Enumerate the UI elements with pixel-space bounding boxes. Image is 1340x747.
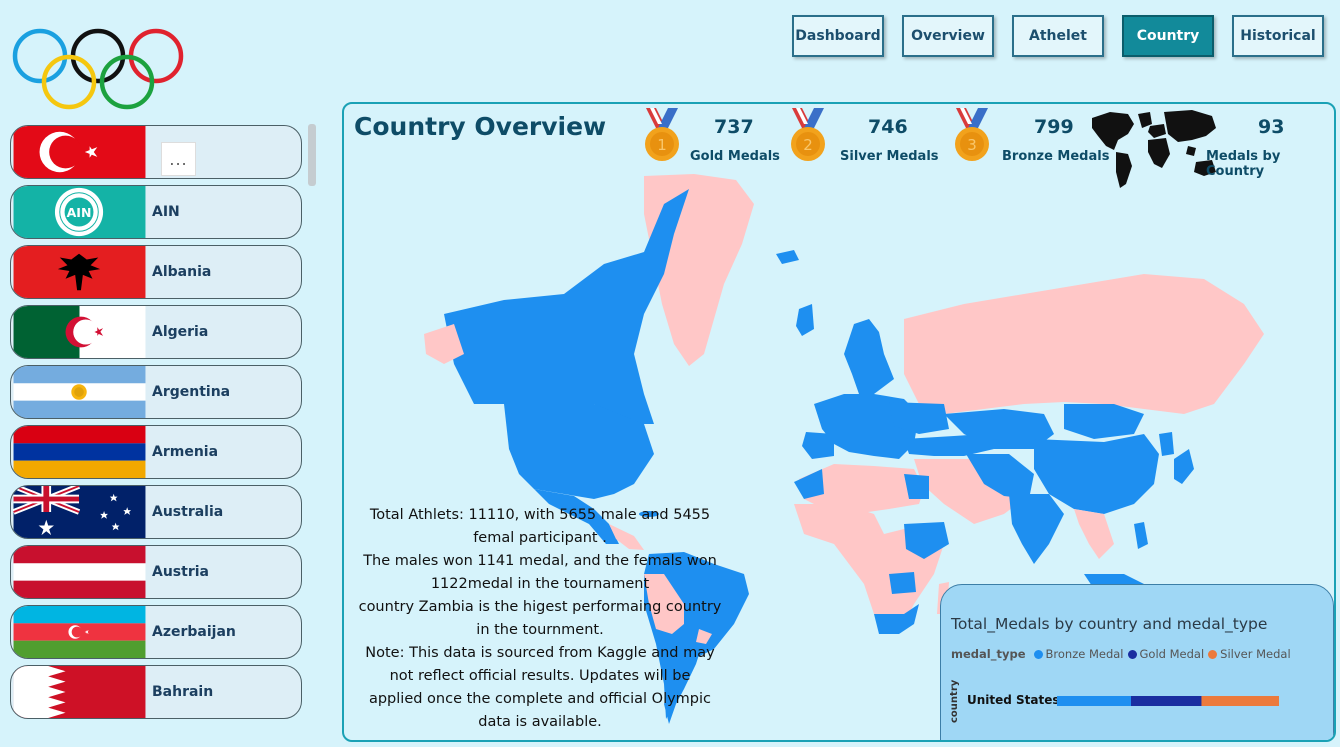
summary-line: applied once the complete and official O… (368, 691, 712, 707)
country-name: Bahrain (152, 684, 214, 700)
map-region-iberia (802, 432, 834, 459)
more-options-button[interactable]: ... (161, 142, 196, 176)
algeria-flag-icon (13, 306, 146, 358)
silver-medals-value: 746 (868, 116, 908, 138)
nav-dashboard-button[interactable]: Dashboard (792, 15, 884, 57)
legend-dot (1033, 649, 1043, 659)
summary-line: femal participant . (473, 530, 607, 546)
australia-flag-icon (12, 486, 146, 538)
nav-overview-button[interactable]: Overview (902, 15, 994, 57)
world-map-icon (1092, 110, 1216, 188)
nav-country-button[interactable]: Country (1122, 15, 1214, 57)
summary-line: Note: This data is sourced from Kaggle a… (365, 645, 715, 661)
summary-line: 1122medal in the tournament (430, 576, 650, 592)
olympic-rings-logo (12, 28, 184, 110)
country-name: Azerbaijan (152, 624, 236, 640)
stacked-bar[interactable] (1057, 696, 1279, 706)
category-label: United States (967, 693, 1060, 707)
country-overview-panel: Country Overview 1 737 Gold Medals 2 746… (342, 102, 1336, 742)
bar-segment-silver-medal[interactable] (1201, 696, 1279, 706)
armenia-flag-icon (13, 426, 146, 478)
map-region-morocco (794, 469, 824, 499)
chart-title: Total_Medals by country and medal_type (951, 615, 1268, 633)
bar-segment-gold-medal[interactable] (1131, 696, 1202, 706)
summary-line: country Zambia is the higest performaing… (358, 599, 722, 615)
summary-line: in the tournment. (476, 622, 604, 638)
country-item-turkey[interactable]: ... (10, 125, 302, 179)
country-name: Armenia (152, 444, 219, 460)
y-axis-title: country (949, 679, 960, 723)
map-region-se-asia (1074, 509, 1114, 559)
summary-textbox: Total Athlets: 11110, with 5655 male and… (344, 504, 736, 734)
turkey-flag-icon (13, 126, 146, 178)
nav-historical-button[interactable]: Historical (1232, 15, 1324, 57)
map-region-zambia (889, 572, 916, 594)
legend-title: medal_type (951, 647, 1026, 661)
country-item-azerbaijan[interactable]: Azerbaijan (10, 605, 302, 659)
map-region-philippines (1134, 522, 1148, 549)
svg-text:1: 1 (657, 136, 667, 154)
legend-dot (1208, 649, 1218, 659)
country-item-albania[interactable]: Albania (10, 245, 302, 299)
svg-text:2: 2 (803, 136, 813, 154)
country-name: Argentina (152, 384, 231, 400)
map-region-russia (904, 274, 1264, 414)
summary-line: data is available. (478, 714, 602, 730)
legend-dot (1127, 649, 1137, 659)
country-name: Albania (152, 264, 212, 280)
gold-medal-icon: 1 (645, 108, 679, 161)
legend-item-silver[interactable]: Silver Medal (1208, 647, 1291, 661)
legend-label: Bronze Medal (1045, 647, 1124, 661)
map-region-japan (1174, 449, 1194, 484)
bronze-medal-icon: 3 (955, 108, 989, 161)
country-item-algeria[interactable]: Algeria (10, 305, 302, 359)
svg-text:AIN: AIN (67, 205, 92, 220)
nav-athelet-button[interactable]: Athelet (1012, 15, 1104, 57)
country-item-austria[interactable]: Austria (10, 545, 302, 599)
map-region-iceland (776, 250, 799, 264)
argentina-flag-icon (13, 366, 146, 418)
country-slicer-list: ... AIN AIN Albania Algeria Argentina Ar… (10, 125, 302, 725)
summary-line: not reflect official results. Updates wi… (389, 668, 691, 684)
sidebar-scrollbar[interactable] (308, 124, 316, 186)
bahrain-flag-icon (13, 666, 146, 718)
silver-medals-label: Silver Medals (840, 149, 939, 164)
map-region-uk (796, 304, 814, 336)
country-item-argentina[interactable]: Argentina (10, 365, 302, 419)
legend-label: Gold Medal (1139, 647, 1205, 661)
map-region-india (1009, 494, 1064, 564)
country-name: Australia (152, 504, 224, 520)
page-title: Country Overview (354, 112, 607, 141)
summary-line: The males won 1141 medal, and the femals… (363, 553, 717, 569)
azerbaijan-flag-icon (13, 606, 146, 658)
map-region-mongolia (1064, 404, 1144, 439)
legend-item-gold[interactable]: Gold Medal (1127, 647, 1205, 661)
svg-text:3: 3 (967, 136, 977, 154)
legend-item-bronze[interactable]: Bronze Medal (1033, 647, 1124, 661)
austria-flag-icon (13, 546, 146, 598)
country-item-australia[interactable]: Australia (10, 485, 302, 539)
country-name: Austria (152, 564, 209, 580)
bronze-medals-value: 799 (1034, 116, 1074, 138)
country-item-armenia[interactable]: Armenia (10, 425, 302, 479)
bar-segment-bronze-medal[interactable] (1057, 696, 1131, 706)
albania-flag-icon (13, 246, 146, 298)
country-item-ain[interactable]: AIN AIN (10, 185, 302, 239)
country-item-bahrain[interactable]: Bahrain (10, 665, 302, 719)
country-name: Algeria (152, 324, 209, 340)
map-region-scandinavia (844, 319, 894, 394)
medal-type-chart[interactable]: Total_Medals by country and medal_type m… (940, 584, 1334, 740)
ain-emblem-icon: AIN (13, 186, 146, 238)
gold-medals-value: 737 (714, 116, 754, 138)
country-name: AIN (152, 204, 180, 220)
silver-medal-icon: 2 (791, 108, 825, 161)
medals-by-country-value: 93 (1258, 116, 1285, 138)
map-region-korea-japan (1159, 432, 1174, 456)
medals-by-country-label: Medals by Country (1206, 149, 1281, 179)
gold-medals-label: Gold Medals (690, 149, 780, 164)
summary-line: Total Athlets: 11110, with 5655 male and… (369, 507, 711, 523)
legend-label: Silver Medal (1220, 647, 1291, 661)
chart-legend: medal_type Bronze Medal Gold Medal Silve… (951, 647, 1295, 661)
